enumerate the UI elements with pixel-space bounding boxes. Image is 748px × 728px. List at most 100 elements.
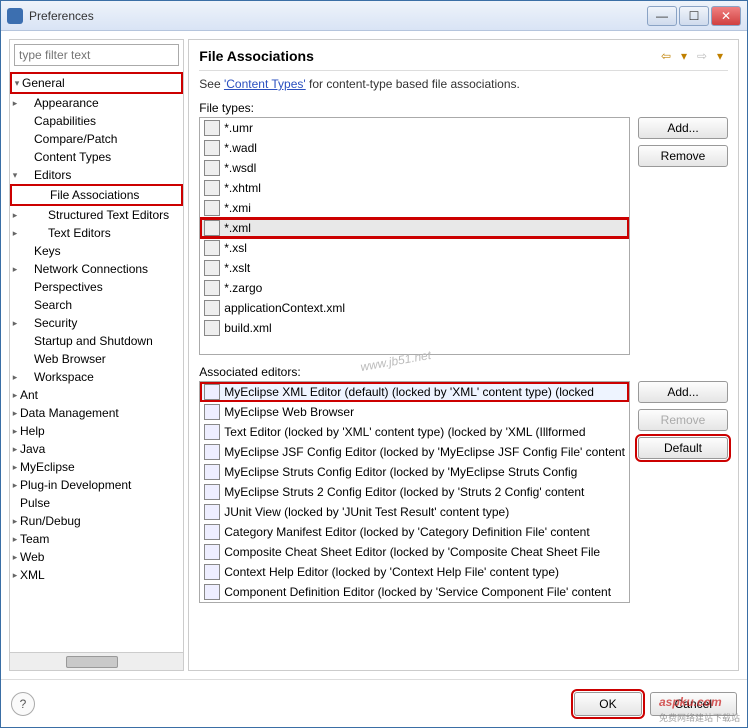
tree-item-content-types[interactable]: Content Types <box>10 148 183 166</box>
maximize-button[interactable]: ☐ <box>679 6 709 26</box>
category-tree-pane: ▾General▸AppearanceCapabilitiesCompare/P… <box>9 39 184 671</box>
tree-item-workspace[interactable]: ▸Workspace <box>10 368 183 386</box>
triangle-right-icon[interactable]: ▸ <box>10 534 20 545</box>
filter-input[interactable] <box>14 44 179 66</box>
editor-item[interactable]: Category Manifest Editor (locked by 'Cat… <box>200 522 629 542</box>
tree-item-compare-patch[interactable]: Compare/Patch <box>10 130 183 148</box>
tree-item-myeclipse[interactable]: ▸MyEclipse <box>10 458 183 476</box>
triangle-right-icon[interactable]: ▸ <box>10 264 20 275</box>
triangle-down-icon[interactable]: ▾ <box>10 170 20 181</box>
help-button[interactable]: ? <box>11 692 35 716</box>
ok-button[interactable]: OK <box>574 692 641 716</box>
file-type-item[interactable]: build.xml <box>200 318 629 338</box>
cancel-button[interactable]: Cancel <box>650 692 737 716</box>
tree-item-label: Security <box>20 316 77 330</box>
editors-default-button[interactable]: Default <box>638 437 728 459</box>
tree-item-structured-text-editors[interactable]: ▸Structured Text Editors <box>10 206 183 224</box>
triangle-right-icon[interactable]: ▸ <box>10 98 20 109</box>
file-types-list[interactable]: *.umr*.wadl*.wsdl*.xhtml*.xmi*.xml*.xsl*… <box>199 117 630 355</box>
editor-item[interactable]: Context Help Editor (locked by 'Context … <box>200 562 629 582</box>
editor-item[interactable]: JUnit View (locked by 'JUnit Test Result… <box>200 502 629 522</box>
file-type-item[interactable]: *.wsdl <box>200 158 629 178</box>
triangle-right-icon[interactable]: ▸ <box>10 372 20 383</box>
minimize-button[interactable]: — <box>647 6 677 26</box>
tree-item-editors[interactable]: ▾Editors <box>10 166 183 184</box>
tree-item-appearance[interactable]: ▸Appearance <box>10 94 183 112</box>
tree-item-pulse[interactable]: Pulse <box>10 494 183 512</box>
associated-editors-list[interactable]: MyEclipse XML Editor (default) (locked b… <box>199 381 630 603</box>
intro-suffix: for content-type based file associations… <box>306 77 520 91</box>
file-type-icon <box>204 200 220 216</box>
editor-item[interactable]: MyEclipse Struts Config Editor (locked b… <box>200 462 629 482</box>
back-icon[interactable]: ⇦ <box>658 48 674 64</box>
editor-item[interactable]: MyEclipse XML Editor (default) (locked b… <box>200 382 629 402</box>
tree-item-plug-in-development[interactable]: ▸Plug-in Development <box>10 476 183 494</box>
tree-item-java[interactable]: ▸Java <box>10 440 183 458</box>
forward-icon[interactable]: ⇨ <box>694 48 710 64</box>
file-type-item[interactable]: applicationContext.xml <box>200 298 629 318</box>
editor-icon <box>204 504 220 520</box>
forward-menu-icon[interactable]: ▾ <box>712 48 728 64</box>
file-type-item[interactable]: *.xsl <box>200 238 629 258</box>
triangle-down-icon[interactable]: ▾ <box>12 78 22 89</box>
triangle-right-icon[interactable]: ▸ <box>10 228 20 239</box>
close-button[interactable]: ✕ <box>711 6 741 26</box>
editor-item[interactable]: MyEclipse Web Browser <box>200 402 629 422</box>
triangle-right-icon[interactable]: ▸ <box>10 552 20 563</box>
file-type-item[interactable]: *.xhtml <box>200 178 629 198</box>
tree-item-security[interactable]: ▸Security <box>10 314 183 332</box>
tree-item-general[interactable]: ▾General <box>10 72 183 94</box>
triangle-right-icon[interactable]: ▸ <box>10 408 20 419</box>
editors-horizontal-scrollbar[interactable] <box>200 602 629 603</box>
editor-item[interactable]: Composite Cheat Sheet Editor (locked by … <box>200 542 629 562</box>
editors-remove-button[interactable]: Remove <box>638 409 728 431</box>
file-type-item[interactable]: *.wadl <box>200 138 629 158</box>
triangle-right-icon[interactable]: ▸ <box>10 444 20 455</box>
titlebar[interactable]: Preferences — ☐ ✕ <box>1 1 747 31</box>
tree-item-help[interactable]: ▸Help <box>10 422 183 440</box>
editor-icon <box>204 384 220 400</box>
triangle-right-icon[interactable]: ▸ <box>10 390 20 401</box>
triangle-right-icon[interactable]: ▸ <box>10 480 20 491</box>
editor-item[interactable]: Text Editor (locked by 'XML' content typ… <box>200 422 629 442</box>
triangle-right-icon[interactable]: ▸ <box>10 210 20 221</box>
tree-item-run-debug[interactable]: ▸Run/Debug <box>10 512 183 530</box>
tree-item-startup-and-shutdown[interactable]: Startup and Shutdown <box>10 332 183 350</box>
triangle-right-icon[interactable]: ▸ <box>10 570 20 581</box>
file-types-row: *.umr*.wadl*.wsdl*.xhtml*.xmi*.xml*.xsl*… <box>199 117 728 355</box>
tree-item-file-associations[interactable]: File Associations <box>10 184 183 206</box>
file-type-item[interactable]: *.umr <box>200 118 629 138</box>
tree-item-data-management[interactable]: ▸Data Management <box>10 404 183 422</box>
tree-item-web-browser[interactable]: Web Browser <box>10 350 183 368</box>
content-types-link[interactable]: 'Content Types' <box>224 77 306 91</box>
tree-item-perspectives[interactable]: Perspectives <box>10 278 183 296</box>
editors-add-button[interactable]: Add... <box>638 381 728 403</box>
file-type-item[interactable]: *.zargo <box>200 278 629 298</box>
tree-item-xml[interactable]: ▸XML <box>10 566 183 584</box>
triangle-right-icon[interactable]: ▸ <box>10 426 20 437</box>
editor-item[interactable]: Component Definition Editor (locked by '… <box>200 582 629 602</box>
editor-item[interactable]: MyEclipse Struts 2 Config Editor (locked… <box>200 482 629 502</box>
file-types-remove-button[interactable]: Remove <box>638 145 728 167</box>
tree-item-text-editors[interactable]: ▸Text Editors <box>10 224 183 242</box>
tree-item-capabilities[interactable]: Capabilities <box>10 112 183 130</box>
triangle-right-icon[interactable]: ▸ <box>10 318 20 329</box>
tree-item-search[interactable]: Search <box>10 296 183 314</box>
back-menu-icon[interactable]: ▾ <box>676 48 692 64</box>
tree-item-ant[interactable]: ▸Ant <box>10 386 183 404</box>
editor-icon <box>204 564 220 580</box>
tree-item-web[interactable]: ▸Web <box>10 548 183 566</box>
tree-horizontal-scrollbar[interactable] <box>10 652 183 670</box>
tree-item-team[interactable]: ▸Team <box>10 530 183 548</box>
file-types-add-button[interactable]: Add... <box>638 117 728 139</box>
file-type-item[interactable]: *.xmi <box>200 198 629 218</box>
file-type-item[interactable]: *.xslt <box>200 258 629 278</box>
category-tree[interactable]: ▾General▸AppearanceCapabilitiesCompare/P… <box>10 70 183 652</box>
triangle-right-icon[interactable]: ▸ <box>10 516 20 527</box>
tree-item-label: MyEclipse <box>20 460 75 474</box>
tree-item-keys[interactable]: Keys <box>10 242 183 260</box>
editor-item[interactable]: MyEclipse JSF Config Editor (locked by '… <box>200 442 629 462</box>
tree-item-network-connections[interactable]: ▸Network Connections <box>10 260 183 278</box>
file-type-item[interactable]: *.xml <box>200 218 629 238</box>
triangle-right-icon[interactable]: ▸ <box>10 462 20 473</box>
